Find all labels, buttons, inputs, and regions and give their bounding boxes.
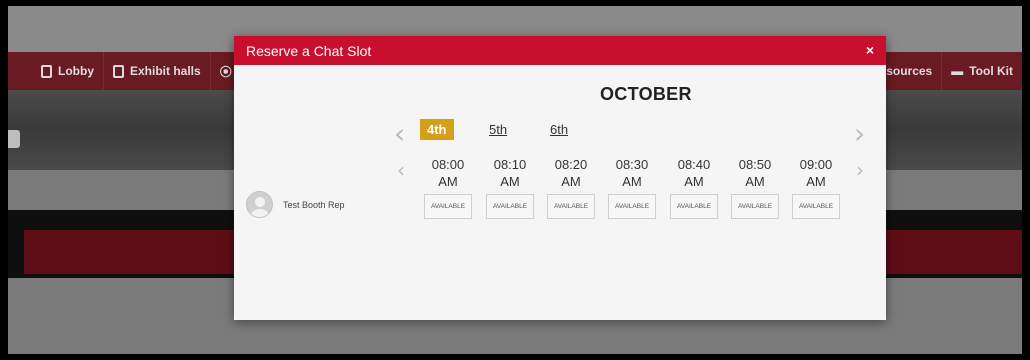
slot-available-button[interactable]: AVAILABLE (608, 194, 656, 219)
slot-meridiem: AM (745, 174, 765, 189)
slot-time: 08:30 (615, 157, 649, 172)
play-circle-icon: ⦿ (219, 64, 232, 79)
slot-available-button[interactable]: AVAILABLE (547, 194, 595, 219)
slot-available-button[interactable]: AVAILABLE (486, 194, 534, 219)
slot-meridiem: AM (806, 174, 826, 189)
avatar (246, 191, 273, 218)
slot-time: 08:10 (493, 157, 527, 172)
nav-item-tool-kit[interactable]: ▬ Tool Kit (941, 52, 1022, 90)
time-slot: 08:00 AM AVAILABLE (424, 156, 472, 219)
chevron-right-icon[interactable]: › (854, 120, 865, 148)
slot-meridiem: AM (438, 174, 458, 189)
nav-item-exhibit-halls[interactable]: Exhibit halls (104, 52, 211, 90)
time-slot: 08:10 AM AVAILABLE (486, 156, 534, 219)
app-window: Lobby Exhibit halls ⦿ Au Resources ▬ Too… (8, 6, 1022, 354)
time-slot: 09:00 AM AVAILABLE (792, 156, 840, 219)
nav-item-label: Tool Kit (969, 64, 1013, 78)
slot-meridiem: AM (500, 174, 520, 189)
chevron-left-icon[interactable]: ‹ (394, 120, 405, 148)
chevron-right-icon[interactable]: › (856, 160, 864, 180)
time-slot: 08:20 AM AVAILABLE (547, 156, 595, 219)
slot-time: 09:00 (799, 157, 833, 172)
door-icon (41, 64, 52, 78)
briefcase-icon: ▬ (951, 64, 964, 78)
slot-available-button[interactable]: AVAILABLE (670, 194, 718, 219)
time-slot: 08:40 AM AVAILABLE (670, 156, 718, 219)
slot-available-button[interactable]: AVAILABLE (792, 194, 840, 219)
nav-item-label: Lobby (58, 64, 94, 78)
slot-meridiem: AM (622, 174, 642, 189)
building-icon (113, 64, 124, 78)
slot-meridiem: AM (561, 174, 581, 189)
slot-time: 08:20 (554, 157, 588, 172)
booth-rep: Test Booth Rep (246, 191, 345, 218)
close-button[interactable]: × (866, 42, 874, 58)
month-label: OCTOBER (600, 84, 692, 104)
day-tab-5th[interactable]: 5th (482, 119, 514, 140)
slot-time: 08:50 (738, 157, 772, 172)
time-slot: 08:30 AM AVAILABLE (608, 156, 656, 219)
side-tab[interactable] (8, 130, 20, 148)
rep-name: Test Booth Rep (283, 199, 345, 210)
slot-available-button[interactable]: AVAILABLE (424, 194, 472, 219)
slot-time: 08:40 (677, 157, 711, 172)
day-tab-6th[interactable]: 6th (543, 119, 575, 140)
time-slot: 08:50 AM AVAILABLE (731, 156, 779, 219)
nav-item-label: Exhibit halls (130, 64, 201, 78)
slot-available-button[interactable]: AVAILABLE (731, 194, 779, 219)
modal-title: Reserve a Chat Slot (246, 42, 372, 59)
chevron-left-icon[interactable]: ‹ (397, 160, 405, 180)
slot-time: 08:00 (431, 157, 465, 172)
nav-item-lobby[interactable]: Lobby (32, 52, 104, 90)
reserve-chat-slot-modal: Reserve a Chat Slot × OCTOBER ‹ › 4th 5t… (234, 36, 886, 320)
modal-header: Reserve a Chat Slot × (234, 36, 886, 65)
slot-meridiem: AM (684, 174, 704, 189)
day-tab-4th[interactable]: 4th (420, 119, 454, 140)
